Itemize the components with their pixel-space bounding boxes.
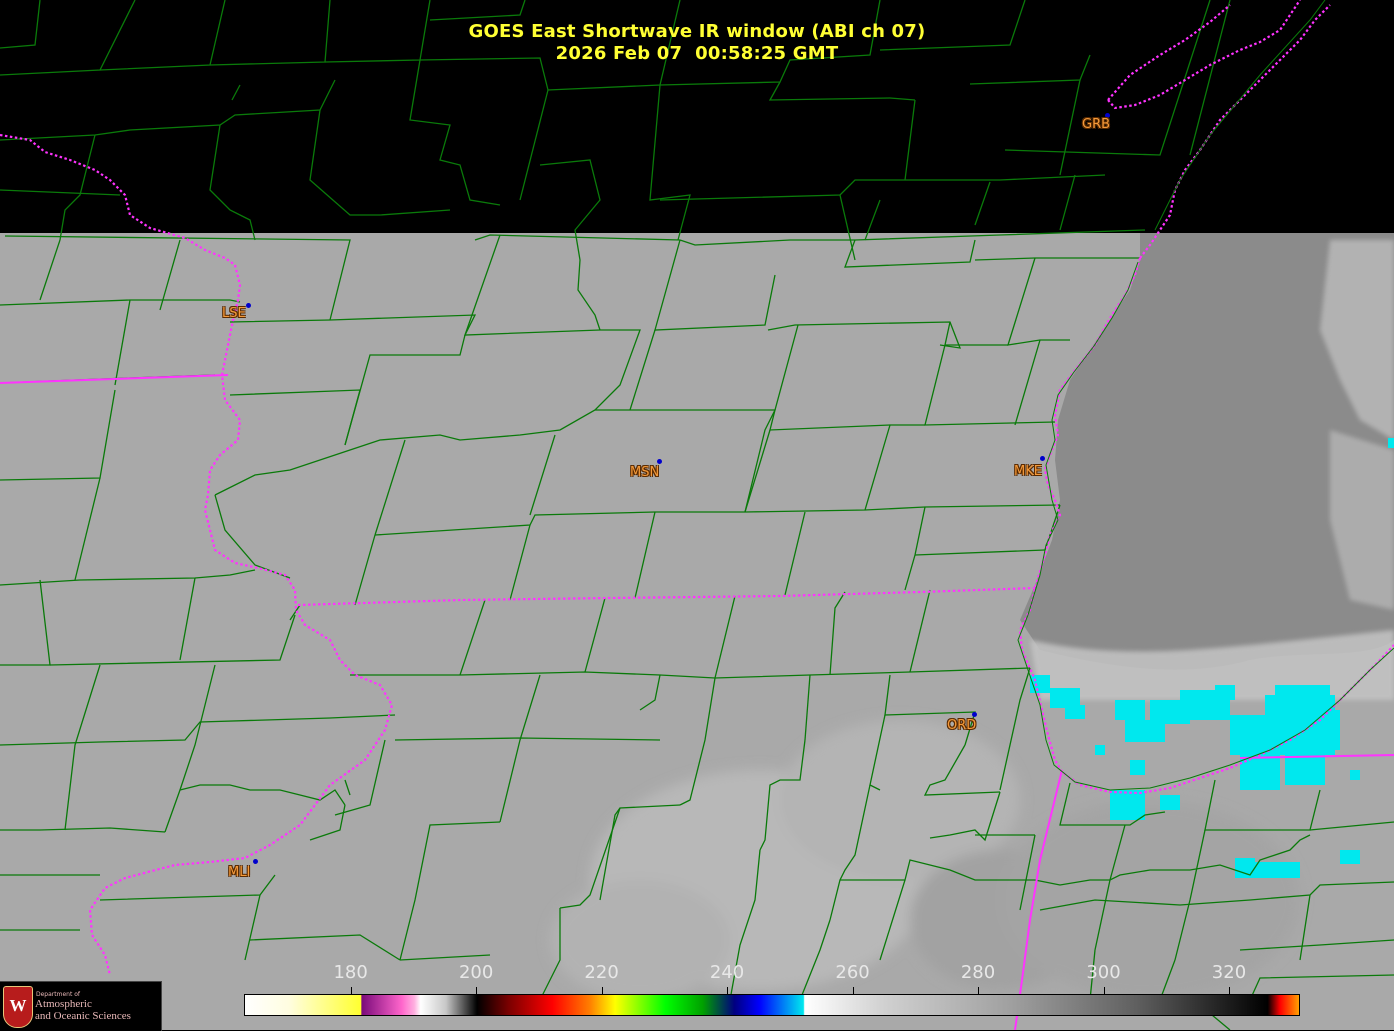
colorbar-tick-mark bbox=[350, 987, 352, 994]
colorbar-tick-mark bbox=[1228, 987, 1230, 994]
title-line-1: GOES East Shortwave IR window (ABI ch 07… bbox=[468, 21, 926, 42]
colorbar-tick-mark bbox=[1103, 987, 1105, 994]
city-marker-msn bbox=[657, 459, 662, 464]
colorbar-tick-label: 200 bbox=[458, 962, 494, 983]
colorbar-tick-mark bbox=[978, 987, 980, 994]
satellite-map bbox=[0, 0, 1394, 1030]
city-label-msn: MSN bbox=[630, 465, 660, 480]
aos-logo: W Department of Atmospheric and Oceanic … bbox=[0, 981, 162, 1031]
colorbar-tick-label: 300 bbox=[1086, 962, 1121, 983]
colorbar-tick-mark bbox=[852, 987, 854, 994]
uw-seal-icon: W bbox=[3, 986, 33, 1028]
city-label-mke: MKE bbox=[1014, 464, 1042, 479]
title-line-2: 2026 Feb 07 00:58:25 GMT bbox=[555, 43, 839, 64]
logo-line-2: and Oceanic Sciences bbox=[35, 1010, 131, 1022]
logo-dept-text: Department of bbox=[36, 991, 80, 998]
colorbar-tick-mark bbox=[601, 987, 603, 994]
city-label-lse: LSE bbox=[222, 306, 246, 321]
temperature-colorbar bbox=[244, 994, 1300, 1016]
colorbar-tick-mark bbox=[727, 987, 729, 994]
city-marker-mke bbox=[1040, 456, 1045, 461]
colorbar-tick-label: 240 bbox=[709, 962, 745, 983]
city-marker-mli bbox=[253, 859, 258, 864]
city-label-ord: ORD bbox=[947, 718, 977, 733]
city-marker-ord bbox=[972, 712, 977, 717]
city-label-mli: MLI bbox=[228, 865, 251, 880]
colorbar-tick-mark bbox=[476, 987, 478, 994]
city-label-grb: GRB bbox=[1082, 117, 1111, 132]
logo-line-1: Atmospheric bbox=[35, 998, 92, 1010]
colorbar-tick-label: 260 bbox=[835, 962, 870, 983]
colorbar-tick-label: 220 bbox=[584, 962, 619, 983]
image-title: GOES East Shortwave IR window (ABI ch 07… bbox=[0, 21, 1394, 65]
colorbar-tick-label: 180 bbox=[333, 962, 368, 983]
colorbar-tick-label: 280 bbox=[960, 962, 996, 983]
city-marker-lse bbox=[246, 303, 251, 308]
colorbar-tick-label: 320 bbox=[1211, 962, 1247, 983]
